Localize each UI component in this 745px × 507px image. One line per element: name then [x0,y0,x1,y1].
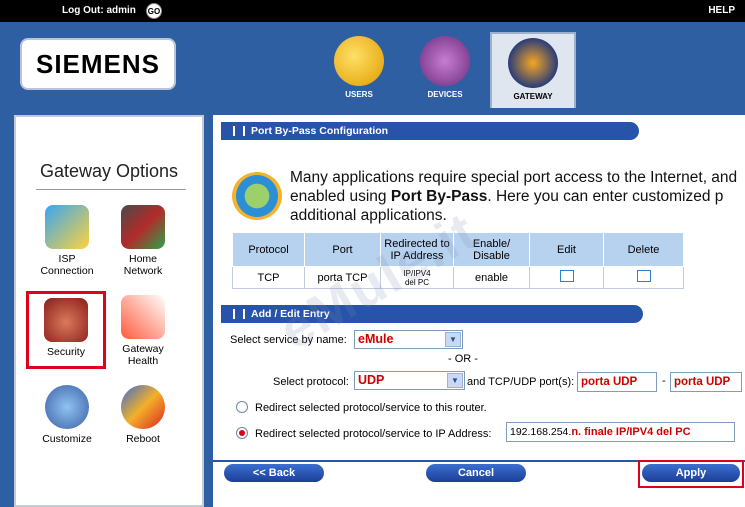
edit-checkbox[interactable] [559,270,574,282]
help-link[interactable]: HELP [708,5,735,16]
sidebar-item-security[interactable]: Security [26,291,106,369]
refresh-arrows-icon [232,172,282,220]
panel-title: Gateway Options [39,161,179,181]
port-to-input[interactable]: porta UDP [670,372,742,392]
isp-connection-icon [45,205,89,249]
port-from-input[interactable]: porta UDP [577,372,657,392]
delete-checkbox[interactable] [636,270,651,282]
back-button[interactable]: << Back [224,464,324,482]
cancel-button[interactable]: Cancel [426,464,526,482]
protocol-select[interactable]: UDP ▼ [354,371,465,390]
home-network-icon [121,205,165,249]
cell-ip: IP/IPV4 del PC [380,266,454,289]
col-port: Port [304,232,381,267]
security-lock-icon [44,298,88,342]
table-row: TCP porta TCP IP/IPV4 del PC enable [232,266,684,289]
radio-ip-label: Redirect selected protocol/service to IP… [255,428,492,440]
cell-port: porta TCP [304,266,381,289]
logout-link[interactable]: Log Out: admin [62,5,136,16]
tab-gateway[interactable]: GATEWAY [490,32,576,108]
col-enable: Enable/Disable [453,232,530,267]
chevron-down-icon: ▼ [445,332,461,347]
port-separator: - [662,375,666,387]
top-bar: Log Out: admin GO HELP [0,0,745,22]
tab-users[interactable]: USERS [324,32,394,104]
section-header-port-bypass: Port By-Pass Configuration [221,122,639,140]
tab-devices[interactable]: DEVICES [410,32,480,104]
sidebar-item-isp-connection[interactable]: ISP Connection [30,205,104,277]
ports-label: and TCP/UDP port(s): [467,376,575,388]
reboot-icon [121,385,165,429]
cell-delete [603,266,684,289]
palette-icon [45,385,89,429]
divider [36,189,186,190]
cell-status: enable [453,266,530,289]
devices-icon [420,36,470,86]
col-protocol: Protocol [232,232,305,267]
radio-redirect-ip[interactable] [236,427,248,439]
gateway-icon [508,38,558,88]
col-delete: Delete [603,232,684,267]
sidebar-item-home-network[interactable]: Home Network [106,205,180,277]
sidebar-item-gateway-health[interactable]: Gateway Health [106,295,180,367]
port-bypass-table: Protocol Port Redirected to IP Address En… [232,232,684,289]
sidebar-item-customize[interactable]: Customize [30,385,104,445]
col-edit: Edit [529,232,604,267]
table-header-row: Protocol Port Redirected to IP Address En… [232,232,684,267]
radio-router-label: Redirect selected protocol/service to th… [255,402,487,414]
intro-text: Many applications require special port a… [290,169,738,224]
gateway-options-panel: Gateway Options ISP Connection Home Netw… [14,115,204,507]
chevron-down-icon: ▼ [447,373,463,388]
section-marker-icon [233,126,245,136]
ip-address-input[interactable]: 192.168.254.n. finale IP/IPV4 del PC [506,422,735,442]
service-label: Select service by name: [230,334,347,346]
users-icon [334,36,384,86]
or-label: - OR - [448,353,478,365]
thermometer-icon [121,295,165,339]
section-marker-icon [233,309,245,319]
cell-edit [529,266,604,289]
cell-protocol: TCP [232,266,305,289]
protocol-label: Select protocol: [273,376,349,388]
col-redirected: Redirected to IP Address [380,232,454,267]
section-header-add-edit: Add / Edit Entry [221,305,643,323]
service-select[interactable]: eMule ▼ [354,330,463,349]
radio-redirect-router[interactable] [236,401,248,413]
go-button[interactable]: GO [146,3,162,19]
siemens-logo: SIEMENS [20,38,176,90]
apply-button[interactable]: Apply [642,464,740,482]
sidebar-item-reboot[interactable]: Reboot [106,385,180,445]
